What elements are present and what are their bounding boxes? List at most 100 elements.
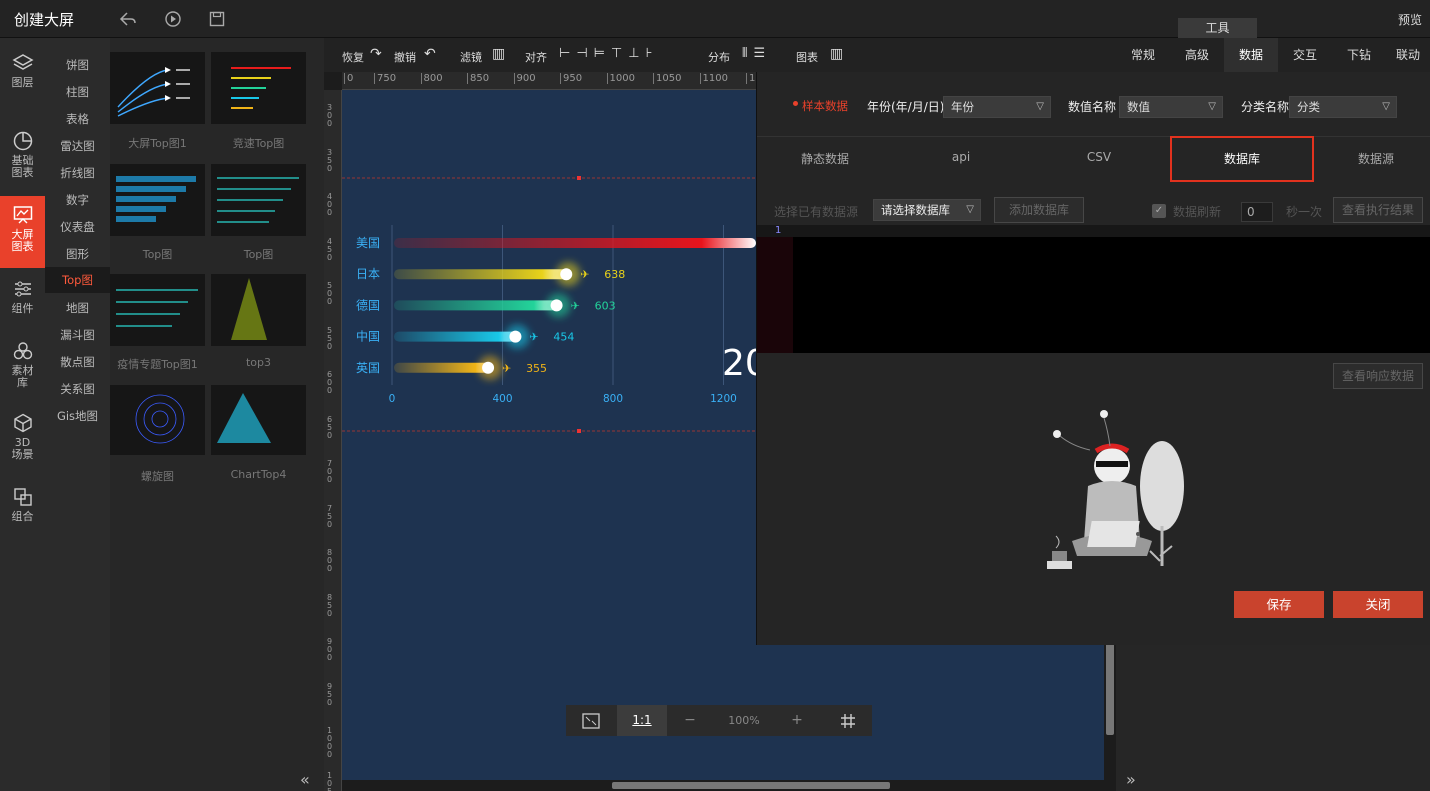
category-item[interactable]: 漏斗图 [45, 327, 110, 343]
category-item[interactable]: 数字 [45, 192, 110, 208]
category-item-active[interactable]: Top图 [45, 267, 110, 293]
category-item[interactable]: 饼图 [45, 57, 110, 73]
rail-item-layers[interactable]: 图层 [0, 52, 45, 89]
rail-item-3d-scene[interactable]: 3D场景 [0, 412, 45, 461]
view-execution-result-button[interactable]: 查看执行结果 [1333, 197, 1423, 223]
rail-item-components[interactable]: 组件 [0, 278, 45, 315]
thumbnail-card[interactable] [211, 274, 306, 346]
category-item[interactable]: 雷达图 [45, 138, 110, 154]
divider [757, 136, 1430, 137]
category-item[interactable]: 仪表盘 [45, 219, 110, 235]
fit-screen-icon[interactable] [566, 705, 616, 736]
category-item[interactable]: 表格 [45, 111, 110, 127]
view-response-data-button[interactable]: 查看响应数据 [1333, 363, 1423, 389]
tab-interaction[interactable]: 交互 [1278, 38, 1332, 72]
category-item[interactable]: 地图 [45, 300, 110, 316]
thumbnail-label: ChartTop4 [230, 468, 287, 481]
x-tick-label: 1200 [710, 393, 737, 405]
category-item[interactable]: 散点图 [45, 354, 110, 370]
zoom-out-button[interactable]: − [678, 705, 702, 736]
tools-tab[interactable]: 工具 [1178, 18, 1257, 38]
align-button[interactable]: 对齐 [525, 49, 547, 65]
thumbnail-card[interactable] [110, 164, 205, 236]
close-button[interactable]: 关闭 [1333, 591, 1423, 618]
tab-drilldown[interactable]: 下钻 [1332, 38, 1386, 72]
ruler-left: 300 350 400 450 500 550 600 650 700 750 800 850 900 9… [324, 90, 342, 791]
property-panel-body [1116, 645, 1430, 791]
redo-icon[interactable]: ↷ [370, 46, 382, 62]
redo-button[interactable]: 恢复 [342, 49, 364, 65]
chart-category-list: 饼图 柱图 表格 雷达图 折线图 数字 仪表盘 图形 Top图 地图 漏斗图 散… [45, 38, 110, 791]
thumbnail-card[interactable] [110, 274, 205, 346]
thumbnail-label: Top图 [142, 248, 173, 261]
thumbnail-card[interactable] [211, 52, 306, 124]
play-icon[interactable] [164, 10, 182, 28]
tab-data-source[interactable]: 数据源 [1336, 150, 1416, 167]
material-icon [13, 342, 32, 360]
bar-chart-icon[interactable]: ▥ [492, 46, 505, 62]
selection-handle[interactable] [577, 429, 581, 433]
collapse-left-icon[interactable]: « [300, 770, 310, 789]
chart-icon[interactable]: ▥ [830, 46, 843, 62]
ruler-tick-label: 950 [560, 73, 582, 84]
save-icon[interactable] [208, 10, 226, 28]
tab-general[interactable]: 常规 [1116, 38, 1170, 72]
chevron-down-icon: ▽ [1208, 101, 1216, 112]
ruler-tick-label: 300 [327, 103, 333, 128]
add-database-button[interactable]: 添加数据库 [994, 197, 1084, 223]
bar-head [509, 330, 522, 343]
sql-editor[interactable]: 1 [757, 225, 1430, 353]
category-item[interactable]: 柱图 [45, 84, 110, 100]
category-item[interactable]: 关系图 [45, 381, 110, 397]
zoom-in-button[interactable]: + [785, 705, 809, 736]
undo-button[interactable]: 撤销 [394, 49, 416, 65]
value-field-select[interactable]: 数值 ▽ [1119, 96, 1223, 118]
align-icons[interactable]: ⊢⊣⊨⊤⊥⊦ [559, 46, 658, 61]
tab-csv[interactable]: CSV [1059, 150, 1139, 164]
rail-label: 组合 [11, 510, 34, 523]
tab-linkage[interactable]: 联动 [1386, 38, 1430, 72]
thumbnail-card[interactable] [110, 52, 205, 124]
collapse-right-icon[interactable]: » [1126, 770, 1136, 789]
category-item[interactable]: 图形 [45, 246, 110, 262]
chart-button[interactable]: 图表 [796, 49, 818, 65]
category-field-select[interactable]: 分类 ▽ [1289, 96, 1397, 118]
bar [394, 331, 518, 342]
save-button[interactable]: 保存 [1234, 591, 1324, 618]
tab-api[interactable]: api [921, 150, 1001, 164]
filter-button[interactable]: 滤镜 [460, 49, 482, 65]
thumbnail-card[interactable] [211, 164, 306, 236]
year-field-value: 年份 [951, 100, 974, 114]
tab-advanced[interactable]: 高级 [1170, 38, 1224, 72]
distribute-icons[interactable]: ⫴☰ [742, 46, 771, 61]
database-select[interactable]: 请选择数据库 ▽ [873, 199, 981, 221]
refresh-unit-label: 秒一次 [1286, 205, 1323, 219]
sample-data-dot [793, 101, 798, 106]
year-field-select[interactable]: 年份 ▽ [943, 96, 1051, 118]
refresh-checkbox[interactable]: ✓ [1152, 204, 1166, 218]
back-icon[interactable] [119, 10, 137, 28]
selection-handle[interactable] [577, 176, 581, 180]
thumbnail-card[interactable] [211, 385, 306, 455]
thumbnail-card[interactable] [110, 385, 205, 455]
rail-item-basic-charts[interactable]: 基础图表 [0, 130, 45, 179]
category-label: 德国 [356, 297, 380, 312]
category-item[interactable]: Gis地图 [45, 408, 110, 424]
tab-data[interactable]: 数据 [1224, 38, 1278, 72]
rail-item-materials[interactable]: 素材库 [0, 340, 45, 389]
distribute-button[interactable]: 分布 [708, 49, 730, 65]
grid-icon[interactable] [824, 705, 872, 736]
category-item[interactable]: 折线图 [45, 165, 110, 181]
rail-item-screen-charts[interactable]: 大屏图表 [0, 196, 45, 268]
preview-button[interactable]: 预览 [1398, 11, 1422, 28]
tab-static-data[interactable]: 静态数据 [785, 150, 865, 167]
tab-database[interactable]: 数据库 [1202, 150, 1282, 167]
horizontal-scroll-thumb[interactable] [612, 782, 890, 789]
x-tick-label: 0 [389, 393, 396, 405]
rail-item-group[interactable]: 组合 [0, 486, 45, 523]
zoom-1-1-button[interactable]: 1:1 [617, 705, 667, 736]
refresh-interval-input[interactable]: 0 [1241, 202, 1273, 222]
undo-icon[interactable]: ↶ [424, 46, 436, 62]
value-field-value: 数值 [1127, 100, 1150, 114]
vertical-scroll-thumb[interactable] [1106, 640, 1114, 735]
